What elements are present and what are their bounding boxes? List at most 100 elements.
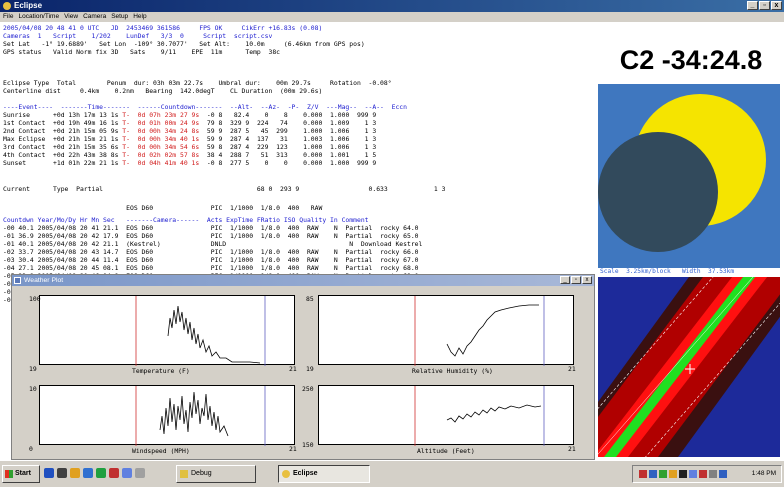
path-map-svg [598,277,780,457]
eclipse-path-map[interactable] [598,277,780,457]
weather-maximize-button[interactable]: ▫ [571,276,581,284]
scale-readout: Scale 3.25km/block Width 37.53km [600,268,735,275]
windspeed-series [159,391,229,437]
altitude-chart-svg [414,386,545,446]
folder-icon[interactable] [70,468,80,478]
windspeed-ymax: 10 [29,385,37,393]
event-countdown-cell: T- 0d 00h 34m 54 6s [122,143,200,151]
humidity-series [446,304,539,357]
window-controls: _ ▫ x [747,1,782,10]
app-icon-red[interactable] [109,468,119,478]
event-position-cell: 79 8 329 9 224 74 0.000 1.009 1 3 [199,119,377,127]
event-time-cell: Max Eclipse +0d 21h 15m 21 1s [3,135,123,143]
script-row[interactable]: -01 36.9 2005/04/08 20 42 17.9 EOS D60 P… [3,232,419,240]
windows-flag-icon [5,470,13,478]
folder-small-icon [180,470,188,478]
event-row: 1st Contact +0d 19h 49m 16 1s T- 0d 01h … [3,119,376,127]
plot-temperature [39,295,295,366]
media-icon[interactable] [83,468,93,478]
menu-camera[interactable]: Camera [83,12,106,22]
weather-window-title-bar[interactable]: Weather Plot _ ▫ x [12,275,594,286]
script-row[interactable]: -01 40.1 2005/04/08 20 42 21.1 (Kestrel)… [3,240,422,248]
minimize-button[interactable]: _ [747,1,758,10]
weather-plot-window[interactable]: Weather Plot _ ▫ x 100 19 21 Temperature… [11,274,595,460]
taskbar: Start Debug Eclipse 1:48 PM [0,460,784,487]
event-countdown-cell: T- 0d 01h 00m 24 9s [122,119,200,127]
script-header: Countdwn Year/Mo/Dy Hr Mn Sec -------Cam… [3,216,369,224]
taskbar-eclipse-button[interactable]: Eclipse [278,465,370,483]
weather-close-button[interactable]: x [582,276,592,284]
plot-humidity [318,295,574,366]
event-row: Sunrise +0d 13h 17m 13 1s T- 0d 07h 23m … [3,111,376,119]
close-button[interactable]: x [771,1,782,10]
centerline-line: Centerline dist 0.4km 0.2nm Bearing 142.… [3,87,323,95]
eclipse-svg [598,84,780,268]
script-row[interactable]: -00 40.1 2005/04/08 20 41 21.1 EOS D60 P… [3,224,419,232]
event-countdown-cell: T- 0d 00h 34m 40 1s [122,135,200,143]
event-time-cell: Sunrise +0d 13h 17m 13 1s [3,111,123,119]
app-icon-gray[interactable] [135,468,145,478]
menu-view[interactable]: View [64,12,78,22]
weather-window-icon [14,277,21,284]
tray-icon-8[interactable] [709,470,717,478]
tray-icon-7[interactable] [699,470,707,478]
event-position-cell: -0 8 277 5 0 0 0.000 1.000 999 9 [199,159,377,167]
plot-altitude [318,385,574,446]
tray-icon-5[interactable] [679,470,687,478]
taskbar-debug-label: Debug [191,470,212,477]
script-row[interactable]: -03 30.4 2005/04/08 20 44 11.4 EOS D60 P… [3,256,419,264]
windspeed-xmin: 0 [29,445,33,453]
event-time-cell: 2nd Contact +0d 21h 15m 05 9s [3,127,123,135]
tray-icon-4[interactable] [669,470,677,478]
temperature-axis-label: Temperature (F) [132,367,190,375]
menu-help[interactable]: Help [133,12,146,22]
altitude-xmax: 21 [568,445,576,453]
event-position-cell: 38 4 288 7 51 313 0.000 1.001 1 5 [199,151,377,159]
status-line-time: 2005/04/08 20 48 41 0 UTC JD 2453469 361… [3,24,323,32]
menu-file[interactable]: File [3,12,13,22]
camera-status-line: EOS D60 PIC 1/1000 1/8.0 400 RAW [3,204,323,212]
weather-minimize-button[interactable]: _ [560,276,570,284]
tray-icon-1[interactable] [639,470,647,478]
current-event-row: Current Type Partial 68 0 293 9 0.633 1 … [3,185,446,193]
start-label: Start [15,470,31,477]
event-countdown-cell: T- 0d 02h 02m 57 8s [122,151,200,159]
eclipse-view [598,84,780,268]
ie-icon[interactable] [44,468,54,478]
event-time-cell: 3rd Contact +0d 21h 15m 35 6s [3,143,123,151]
temperature-ymax: 100 [29,295,41,303]
event-countdown-cell: T- 0d 07h 23m 27 9s [122,111,200,119]
altitude-axis-label: Altitude (Feet) [417,447,475,455]
tray-icon-2[interactable] [649,470,657,478]
start-button[interactable]: Start [2,465,40,483]
tray-icons [639,470,727,478]
script-row[interactable]: -04 27.1 2005/04/08 20 45 08.1 EOS D60 P… [3,264,419,272]
eclipse-app-icon [3,2,11,10]
status-line-gps: GPS status Valid Norm fix 3D Sats 9/11 E… [3,48,281,56]
tray-icon-3[interactable] [659,470,667,478]
taskbar-debug-button[interactable]: Debug [176,465,256,483]
eclipse-type-line: Eclipse Type Total Penum dur: 03h 03m 22… [3,79,392,87]
app-icon-blue[interactable] [122,468,132,478]
eclipse-small-icon [282,470,290,478]
windspeed-chart-svg [135,386,266,446]
app-icon-green[interactable] [96,468,106,478]
menu-setup[interactable]: Setup [111,12,128,22]
menu-location-time[interactable]: Location/Time [18,12,59,22]
humidity-ymax: 85 [306,295,314,303]
event-position-cell: 59 9 287 4 137 31 1.003 1.006 1 3 [199,135,377,143]
humidity-axis-label: Relative Humidity (%) [412,367,493,375]
windspeed-axis-label: Windspeed (MPH) [132,447,190,455]
event-position-cell: -0 8 82.4 0 8 0.000 1.000 999 9 [199,111,377,119]
taskbar-eclipse-label: Eclipse [293,470,318,477]
altitude-series [446,404,542,423]
tray-icon-6[interactable] [689,470,697,478]
humidity-xmax: 21 [568,365,576,373]
tray-icon-9[interactable] [719,470,727,478]
script-row[interactable]: -02 33.7 2005/04/08 20 43 14.7 EOS D60 P… [3,248,419,256]
maximize-button[interactable]: ▫ [759,1,770,10]
window-title-bar[interactable]: Eclipse _ ▫ x [0,0,784,12]
temperature-xmax: 21 [289,365,297,373]
desktop-icon[interactable] [57,468,67,478]
altitude-ymin: 150 [302,441,314,449]
